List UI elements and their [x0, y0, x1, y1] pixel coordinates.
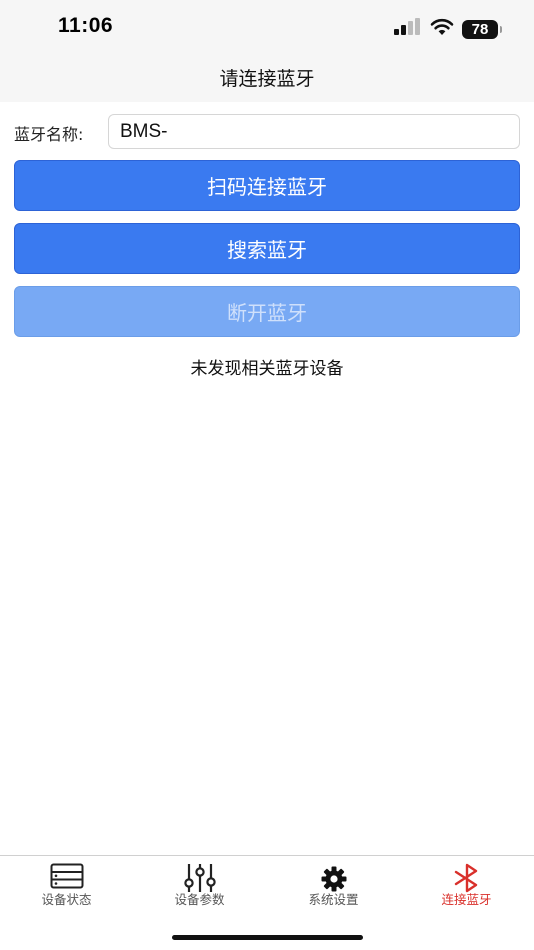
disconnect-bluetooth-button[interactable]: 断开蓝牙 — [14, 286, 520, 337]
status-icons: 78 — [394, 18, 502, 40]
bluetooth-name-label: 蓝牙名称: — [14, 125, 84, 144]
tab-system-settings[interactable]: 系统设置 — [267, 856, 400, 916]
page-title: 请连接蓝牙 — [219, 68, 315, 90]
tab-device-status-label: 设备状态 — [41, 892, 92, 907]
wifi-icon — [430, 18, 454, 40]
screen: 11:06 78 请连接蓝牙 蓝牙名称: BMS- 扫码连接蓝牙 搜索蓝牙 断开… — [0, 0, 534, 950]
tab-device-params-label: 设备参数 — [174, 892, 225, 907]
home-indicator — [172, 935, 363, 940]
status-time: 11:06 — [58, 14, 114, 37]
battery-icon: 78 — [462, 19, 502, 39]
tab-connect-bluetooth-label: 连接蓝牙 — [441, 892, 492, 907]
tab-device-params[interactable]: 设备参数 — [133, 856, 266, 916]
bluetooth-name-row: 蓝牙名称: — [14, 114, 520, 149]
search-bluetooth-button[interactable]: 搜索蓝牙 — [14, 223, 520, 274]
tab-system-settings-label: 系统设置 — [308, 892, 359, 907]
scan-connect-button[interactable]: 扫码连接蓝牙 — [14, 160, 520, 211]
no-devices-message: 未发现相关蓝牙设备 — [190, 359, 344, 379]
bluetooth-name-input[interactable] — [108, 114, 520, 149]
tab-connect-bluetooth[interactable]: 连接蓝牙 — [400, 856, 533, 916]
tab-device-status[interactable]: 设备状态 — [0, 856, 133, 916]
nav-bar: 请连接蓝牙 — [0, 56, 534, 102]
cellular-signal-icon — [394, 18, 422, 40]
status-bar: 11:06 78 — [0, 0, 534, 56]
